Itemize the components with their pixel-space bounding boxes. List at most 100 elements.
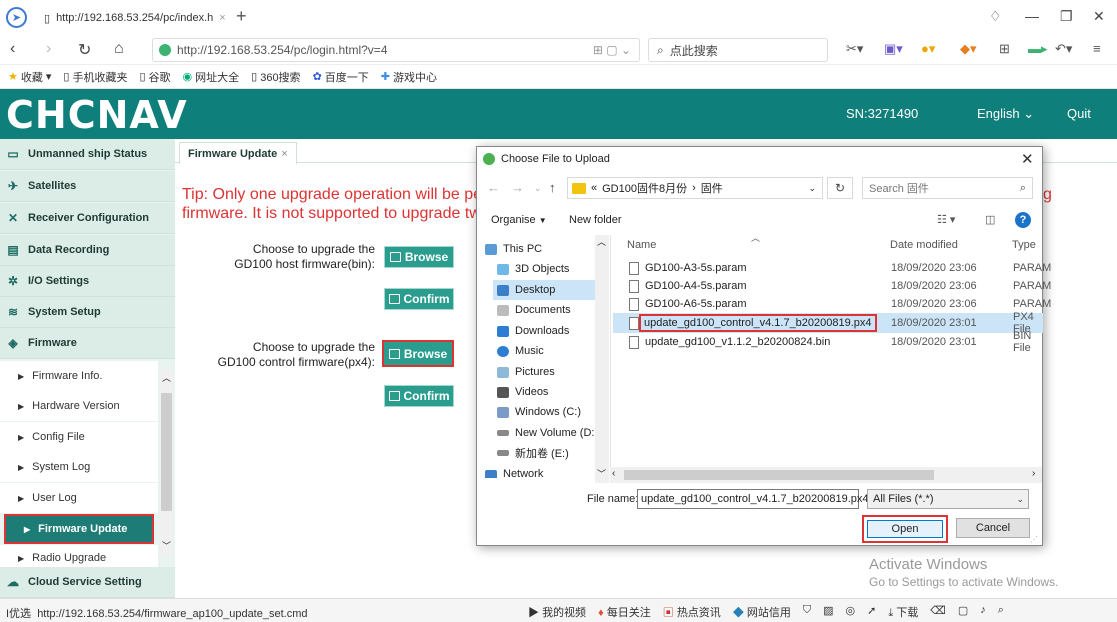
- sidebar-item-system-setup[interactable]: ≋ System Setup: [0, 297, 175, 328]
- hot-news-link[interactable]: ▣ 热点资讯: [663, 604, 721, 620]
- nav-new-volume-e[interactable]: 新加卷 (E:): [497, 443, 607, 463]
- browser-tab[interactable]: ▯ http://192.168.53.254/pc/index.h ×: [36, 4, 226, 32]
- organise-menu[interactable]: Organise ▼: [491, 214, 547, 226]
- nav-documents[interactable]: Documents: [497, 300, 607, 320]
- bookmark-google[interactable]: ▯ 谷歌: [139, 69, 170, 85]
- file-row-selected[interactable]: update_gd100_control_v4.1.7_b20200819.px…: [613, 311, 1043, 335]
- back-icon[interactable]: ‹: [10, 40, 15, 58]
- sidebar-item-unmanned-ship-status[interactable]: ▭ Unmanned ship Status: [0, 139, 175, 170]
- bookmark-mobile[interactable]: ▯ 手机收藏夹: [63, 69, 127, 85]
- file-row[interactable]: GD100-A3-5s.param 18/09/2020 23:06 PARAM: [613, 259, 1051, 277]
- compass-icon[interactable]: ◎: [846, 604, 856, 620]
- nav-pictures[interactable]: Pictures: [497, 362, 607, 382]
- forward-arrow-icon[interactable]: →: [511, 180, 524, 195]
- scrollbar-thumb[interactable]: [161, 393, 172, 511]
- nav-this-pc[interactable]: This PC: [485, 239, 595, 259]
- sidebar-item-cloud-service-setting[interactable]: ☁ Cloud Service Setting: [0, 567, 175, 598]
- language-select[interactable]: English ⌄: [977, 106, 1034, 122]
- scroll-up-icon[interactable]: ︿: [597, 235, 606, 248]
- nav-3d-objects[interactable]: 3D Objects: [497, 259, 607, 279]
- sidebar-scrollbar[interactable]: ︿ ﹀: [159, 369, 174, 555]
- back-arrow-icon[interactable]: ←: [487, 180, 500, 195]
- tab-firmware-update[interactable]: Firmware Update ×: [179, 142, 297, 164]
- url-field[interactable]: http://192.168.53.254/pc/login.html?v=4 …: [152, 38, 640, 62]
- nav-music[interactable]: Music: [497, 341, 607, 361]
- open-button[interactable]: Open: [862, 515, 948, 543]
- refresh-icon[interactable]: ↻: [827, 177, 853, 199]
- up-arrow-icon[interactable]: ↑: [549, 180, 556, 195]
- forward-icon[interactable]: ›: [46, 40, 51, 58]
- shield-status-icon[interactable]: ⛉: [803, 604, 811, 620]
- sidebar-sub-firmware-info[interactable]: ▶ Firmware Info.: [0, 361, 158, 391]
- sidebar-sub-system-log[interactable]: ▶ System Log: [0, 452, 158, 482]
- quit-link[interactable]: Quit: [1067, 106, 1091, 121]
- sidebar-sub-hardware-version[interactable]: ▶ Hardware Version: [0, 391, 158, 421]
- file-row[interactable]: GD100-A6-5s.param 18/09/2020 23:06 PARAM: [613, 295, 1051, 313]
- control-confirm-button[interactable]: Confirm: [384, 385, 454, 407]
- view-options-icon[interactable]: ☷ ▾: [937, 213, 955, 226]
- sidebar-item-firmware[interactable]: ◈ Firmware: [0, 328, 175, 359]
- bookmark-360[interactable]: ▯ 360搜索: [251, 69, 300, 85]
- daily-focus-link[interactable]: ♦ 每日关注: [598, 604, 651, 620]
- nav-downloads[interactable]: Downloads: [497, 321, 607, 341]
- download-link[interactable]: ⤓ 下载: [888, 604, 918, 620]
- close-window-icon[interactable]: ✕: [1093, 8, 1105, 25]
- scroll-up-icon[interactable]: ︿: [162, 371, 171, 384]
- close-icon[interactable]: ×: [281, 148, 287, 160]
- rocket-icon[interactable]: ➚: [867, 604, 876, 620]
- browser-logo-icon[interactable]: ➤: [6, 7, 27, 28]
- nav-desktop[interactable]: Desktop: [493, 280, 603, 300]
- close-icon[interactable]: ✕: [1021, 150, 1034, 168]
- host-confirm-button[interactable]: Confirm: [384, 288, 454, 310]
- game-icon[interactable]: ◆▾: [960, 41, 977, 57]
- dialog-search-field[interactable]: Search 固件 ⌕: [862, 177, 1033, 199]
- nav-network[interactable]: Network: [485, 464, 595, 478]
- minimize-icon[interactable]: —: [1025, 8, 1039, 24]
- restore-icon[interactable]: ❐: [1060, 8, 1073, 25]
- trash-icon[interactable]: ⌫: [930, 604, 946, 620]
- sidebar-item-satellites[interactable]: ✈ Satellites: [0, 171, 175, 202]
- new-folder-button[interactable]: New folder: [569, 214, 622, 226]
- bookmark-baidu[interactable]: ✿ 百度一下: [313, 69, 369, 85]
- scroll-down-icon[interactable]: ﹀: [597, 467, 606, 480]
- file-row[interactable]: GD100-A4-5s.param 18/09/2020 23:06 PARAM: [613, 277, 1051, 295]
- bookmark-favorites[interactable]: ★ 收藏 ▾: [8, 69, 51, 85]
- column-name[interactable]: Name: [627, 239, 656, 251]
- chevron-down-icon[interactable]: ⌄: [808, 183, 816, 194]
- sidebar-item-data-recording[interactable]: ▤ Data Recording: [0, 235, 175, 266]
- image-icon[interactable]: ▨: [823, 604, 833, 620]
- nav-scrollbar[interactable]: ︿ ﹀: [595, 235, 609, 483]
- scissors-icon[interactable]: ✂▾: [846, 41, 863, 57]
- new-tab-button[interactable]: +: [236, 6, 247, 27]
- sidebar-sub-user-log[interactable]: ▶ User Log: [0, 483, 158, 513]
- column-type[interactable]: Type: [1012, 239, 1036, 251]
- battery-icon[interactable]: ▬▸: [1028, 41, 1048, 57]
- scroll-down-icon[interactable]: ﹀: [162, 539, 171, 552]
- control-browse-button[interactable]: Browse: [382, 340, 454, 367]
- apps-icon[interactable]: ⊞: [999, 41, 1010, 57]
- sidebar-item-receiver-configuration[interactable]: ✕ Receiver Configuration: [0, 203, 175, 234]
- address-tools-icon[interactable]: ⊞ ▢ ⌄: [593, 43, 631, 57]
- nav-windows-c[interactable]: Windows (C:): [497, 402, 607, 422]
- menu-icon[interactable]: ≡: [1093, 41, 1101, 56]
- breadcrumb-item[interactable]: 固件: [701, 180, 723, 196]
- scroll-left-icon[interactable]: ‹: [612, 468, 615, 479]
- sidebar-sub-config-file[interactable]: ▶ Config File: [0, 422, 158, 452]
- cancel-button[interactable]: Cancel: [956, 518, 1030, 538]
- zoom-icon[interactable]: ⌕: [998, 604, 1004, 620]
- sidebar-item-io-settings[interactable]: ✲ I/O Settings: [0, 266, 175, 297]
- close-tab-icon[interactable]: ×: [219, 12, 225, 24]
- home-icon[interactable]: ⌂: [114, 40, 124, 58]
- coin-icon[interactable]: ●▾: [921, 41, 935, 57]
- scrollbar-thumb[interactable]: [624, 470, 934, 480]
- column-date[interactable]: Date modified: [890, 239, 958, 251]
- speaker-icon[interactable]: ♪: [980, 604, 986, 620]
- site-credit-link[interactable]: ◆ 网站信用: [733, 604, 791, 620]
- host-browse-button[interactable]: Browse: [384, 246, 454, 268]
- my-video-link[interactable]: ▶ 我的视频: [528, 604, 586, 620]
- preview-pane-icon[interactable]: ◫: [985, 213, 995, 226]
- nav-videos[interactable]: Videos: [497, 382, 607, 402]
- window-icon[interactable]: ▢: [958, 604, 968, 620]
- scroll-right-icon[interactable]: ›: [1032, 468, 1035, 479]
- recent-dropdown-icon[interactable]: ⌄: [534, 183, 542, 194]
